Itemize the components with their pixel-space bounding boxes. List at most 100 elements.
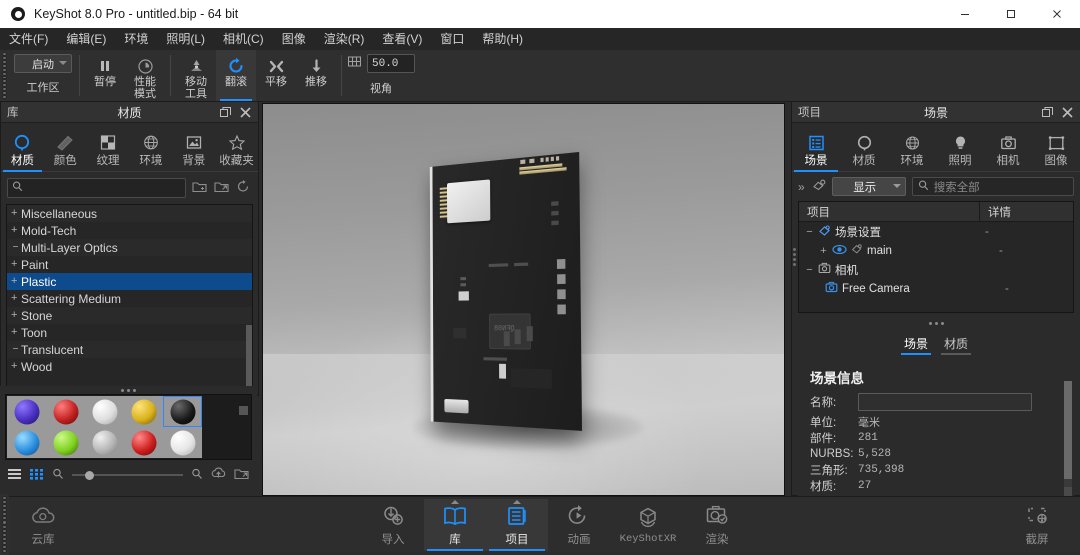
tree-item-wood[interactable]: + Wood (7, 358, 252, 375)
scene-info-scrollbar[interactable] (1064, 381, 1072, 499)
pause-button[interactable]: 暂停 (85, 50, 125, 101)
material-swatch-grid[interactable] (5, 394, 252, 460)
tab-material[interactable]: 材质 (840, 120, 888, 171)
menu-render[interactable]: 渲染(R) (315, 28, 374, 50)
expand-plus-icon[interactable]: + (11, 361, 17, 372)
material-swatch[interactable] (85, 427, 124, 458)
subtab-scene[interactable]: 场景 (900, 335, 932, 355)
display-filter-dropdown[interactable]: 显示 (831, 177, 906, 196)
3d-viewport[interactable]: QFN08 (262, 103, 785, 496)
scene-tree-row-scene-settings[interactable]: − 场景设置 - (799, 222, 1073, 241)
bottombar-drag-handle[interactable] (0, 494, 9, 555)
expand-plus-icon[interactable]: + (11, 276, 17, 287)
slider-knob[interactable] (85, 470, 95, 480)
toolbar-drag-handle[interactable] (0, 50, 9, 101)
library-search-box[interactable] (7, 178, 186, 198)
expand-plus-icon[interactable]: + (11, 327, 17, 338)
scene-search-box[interactable]: 搜索全部 (911, 177, 1074, 196)
material-swatch[interactable] (46, 396, 85, 427)
close-icon[interactable] (240, 106, 251, 118)
tab-colors[interactable]: 颜色 (44, 120, 87, 171)
folder-icon[interactable] (234, 467, 249, 483)
zoom-out-icon[interactable] (52, 468, 64, 483)
menu-window[interactable]: 窗口 (431, 28, 473, 50)
tab-textures[interactable]: 纹理 (87, 120, 130, 171)
minimize-icon[interactable] (942, 0, 988, 28)
workspace-selector[interactable]: 启动 工作区 (12, 50, 74, 101)
grid-view-icon[interactable] (30, 468, 44, 483)
menu-image[interactable]: 图像 (273, 28, 315, 50)
tree-item-plastic[interactable]: + Plastic (7, 273, 252, 290)
menu-environment[interactable]: 环境 (115, 28, 157, 50)
upload-icon[interactable] (211, 467, 226, 483)
keyshotxr-button[interactable]: KeyShotXR (610, 499, 686, 551)
tab-environments[interactable]: 环境 (129, 120, 172, 171)
collapse-minus-icon[interactable]: − (805, 264, 814, 276)
tree-item-stone[interactable]: + Stone (7, 307, 252, 324)
material-swatch[interactable] (124, 396, 163, 427)
tab-materials[interactable]: 材质 (1, 120, 44, 172)
eye-icon[interactable] (832, 244, 847, 258)
folder-add-icon[interactable] (192, 180, 207, 196)
chevron-right-icon[interactable]: » (798, 180, 805, 194)
tree-item-multi-layer-optics[interactable]: Multi-Layer Optics (7, 239, 252, 256)
swatch-scrollbar[interactable] (239, 406, 248, 415)
material-category-tree[interactable]: + Miscellaneous + Mold-Tech Multi-Layer … (6, 204, 253, 390)
dolly-button[interactable]: 推移 (296, 50, 336, 101)
view-angle-control[interactable]: 50.0 视角 (347, 50, 415, 101)
scene-name-input[interactable] (858, 393, 1032, 411)
menu-view[interactable]: 查看(V) (373, 28, 431, 50)
zoom-in-icon[interactable] (191, 468, 203, 483)
tab-environment[interactable]: 环境 (888, 120, 936, 171)
tree-item-scattering-medium[interactable]: + Scattering Medium (7, 290, 252, 307)
menu-edit[interactable]: 编辑(E) (57, 28, 115, 50)
view-angle-input[interactable]: 50.0 (367, 54, 415, 73)
folder-link-icon[interactable] (214, 180, 229, 196)
collapse-minus-icon[interactable]: − (805, 226, 814, 238)
tree-item-miscellaneous[interactable]: + Miscellaneous (7, 205, 252, 222)
scene-tree[interactable]: 项目 详情 − 场景设置 - + main - − 相机 Free Camera… (793, 201, 1074, 313)
import-button[interactable]: 导入 (362, 499, 424, 551)
swatch-size-slider[interactable] (72, 470, 183, 480)
material-swatch[interactable] (163, 427, 202, 458)
maximize-icon[interactable] (988, 0, 1034, 28)
panel-resize-handle[interactable] (0, 386, 257, 394)
expand-plus-icon[interactable]: + (11, 310, 17, 321)
scene-tree-row-camera-group[interactable]: − 相机 (799, 260, 1073, 279)
performance-mode-button[interactable]: 性能 模式 (125, 50, 165, 101)
tumble-button[interactable]: 翻滚 (216, 50, 256, 101)
tree-item-paint[interactable]: + Paint (7, 256, 252, 273)
material-swatch[interactable] (85, 396, 124, 427)
link-scene-icon[interactable] (811, 178, 826, 195)
scene-tree-drag-handle[interactable] (793, 248, 796, 266)
tree-item-translucent[interactable]: Translucent (7, 341, 252, 358)
restore-icon[interactable] (1042, 106, 1053, 118)
list-view-icon[interactable] (8, 468, 22, 483)
screenshot-button[interactable]: 截屏 (1006, 499, 1068, 551)
move-tool-button[interactable]: 移动 工具 (176, 50, 216, 101)
menu-file[interactable]: 文件(F) (0, 28, 57, 50)
tab-image[interactable]: 图像 (1032, 120, 1080, 171)
restore-icon[interactable] (220, 106, 231, 118)
pan-button[interactable]: 平移 (256, 50, 296, 101)
tab-camera[interactable]: 相机 (984, 120, 1032, 171)
tab-favorites[interactable]: 收藏夹 (215, 120, 258, 171)
project-button[interactable]: 项目 (486, 498, 548, 551)
tree-item-toon[interactable]: + Toon (7, 324, 252, 341)
tree-item-mold-tech[interactable]: + Mold-Tech (7, 222, 252, 239)
material-swatch[interactable] (46, 427, 85, 458)
search-input[interactable] (27, 181, 185, 195)
expand-plus-icon[interactable]: + (819, 245, 828, 257)
tree-scrollbar[interactable] (246, 325, 252, 387)
menu-help[interactable]: 帮助(H) (473, 28, 532, 50)
material-swatch[interactable] (7, 396, 46, 427)
library-button[interactable]: 库 (424, 498, 486, 551)
expand-plus-icon[interactable]: + (11, 259, 17, 270)
project-panel-resize-handle[interactable] (792, 319, 1080, 327)
material-swatch[interactable] (124, 427, 163, 458)
tab-backgrounds[interactable]: 背景 (172, 120, 215, 171)
scene-tree-row-free-camera[interactable]: Free Camera - (799, 279, 1073, 298)
subtab-material[interactable]: 材质 (940, 335, 972, 355)
expand-plus-icon[interactable]: + (11, 225, 17, 236)
animation-button[interactable]: 动画 (548, 499, 610, 551)
